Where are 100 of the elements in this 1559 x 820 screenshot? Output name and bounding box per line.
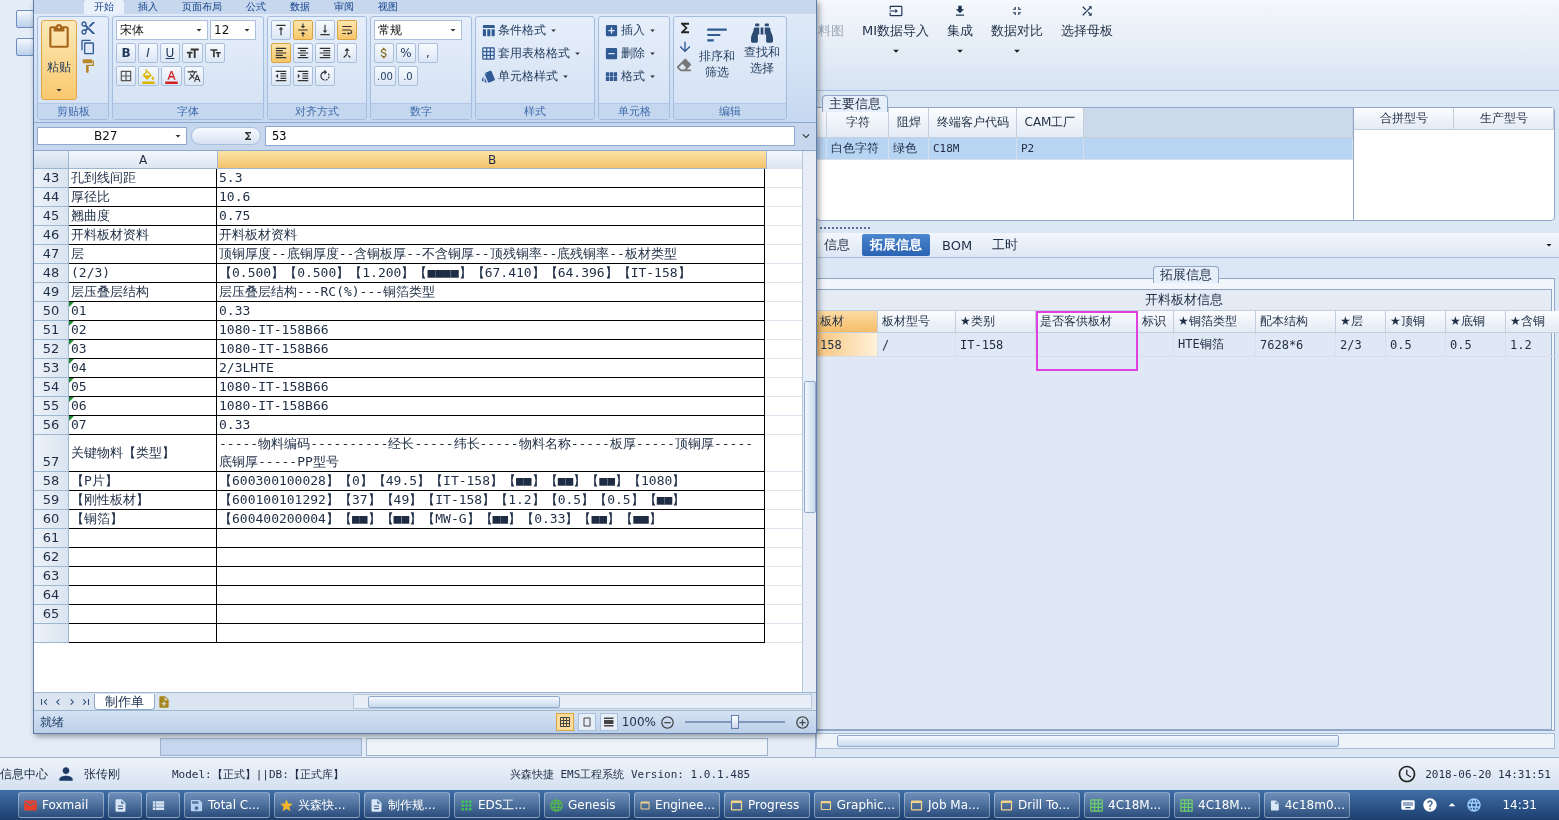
toolbar-button[interactable]: 选择母板 — [1059, 4, 1116, 90]
taskbar-button[interactable]: Drill To... — [994, 792, 1080, 818]
row-header[interactable]: 59 — [34, 491, 69, 510]
row-header[interactable]: 64 — [34, 586, 69, 605]
align-button[interactable] — [315, 66, 335, 86]
row-header[interactable]: 45 — [34, 207, 69, 226]
align-button[interactable] — [293, 66, 313, 86]
tab[interactable]: 工时 — [984, 234, 1027, 256]
toolbar-button[interactable]: MI数据导入 — [860, 4, 932, 90]
row-header[interactable]: 57 — [34, 435, 69, 472]
align-button[interactable] — [271, 43, 291, 63]
taskbar-button[interactable]: Progress — [724, 792, 810, 818]
phonetic-button[interactable] — [184, 66, 204, 86]
horizontal-scrollbar[interactable] — [353, 694, 812, 709]
shrink-font-button[interactable] — [205, 43, 225, 63]
taskbar-button[interactable]: Genesis — [544, 792, 630, 818]
app-icon[interactable] — [16, 10, 34, 28]
row-header[interactable]: 54 — [34, 378, 69, 397]
row-header[interactable]: 47 — [34, 245, 69, 264]
sheet-tab[interactable]: 制作单 — [94, 693, 155, 710]
tab[interactable]: 信息 — [816, 234, 858, 256]
function-icon[interactable] — [191, 127, 261, 145]
column-header[interactable]: 配本结构 — [1256, 311, 1336, 333]
currency-button[interactable] — [374, 43, 394, 63]
taskbar-button[interactable]: Foxmail — [18, 792, 104, 818]
font-color-button[interactable] — [161, 66, 182, 86]
align-button[interactable] — [315, 20, 335, 40]
vertical-scrollbar[interactable] — [802, 151, 816, 692]
formula-field[interactable]: 53 — [265, 126, 795, 146]
font-size-select[interactable]: 12 — [210, 20, 256, 40]
column-header[interactable]: CAM工厂 — [1017, 108, 1084, 138]
cells-menu-button[interactable]: 删除 — [602, 43, 660, 63]
number-format-select[interactable]: 常规 — [374, 20, 462, 40]
row-header[interactable]: 46 — [34, 226, 69, 245]
row-header[interactable]: 62 — [34, 548, 69, 567]
taskbar-button[interactable] — [146, 792, 180, 818]
horizontal-scrollbar[interactable] — [816, 733, 1555, 749]
ribbon-tab[interactable]: 公式 — [236, 0, 276, 14]
row-header[interactable]: 51 — [34, 321, 69, 340]
font-select[interactable]: 宋体 — [116, 20, 208, 40]
row-header[interactable]: 61 — [34, 529, 69, 548]
ribbon-tab[interactable]: 插入 — [128, 0, 168, 14]
column-header[interactable]: 生产型号 — [1454, 108, 1554, 130]
taskbar-button[interactable]: Enginee... — [634, 792, 720, 818]
row-header[interactable]: 49 — [34, 283, 69, 302]
ribbon-tab[interactable]: 视图 — [368, 0, 408, 14]
column-header[interactable]: ★铜箔类型 — [1174, 311, 1256, 333]
row-header[interactable]: 65 — [34, 605, 69, 624]
row-header[interactable]: 63 — [34, 567, 69, 586]
column-header[interactable]: ★底铜 — [1446, 311, 1506, 333]
row-header[interactable]: 58 — [34, 472, 69, 491]
toolbar-button[interactable]: 数据对比 — [989, 4, 1046, 90]
comma-button[interactable]: , — [418, 43, 438, 63]
tab[interactable]: BOM — [934, 234, 981, 256]
paste-button[interactable]: 粘贴 — [41, 20, 77, 100]
column-header[interactable]: ★层 — [1336, 311, 1386, 333]
decimal-button[interactable]: .00 — [374, 66, 396, 86]
taskbar-button[interactable]: 兴森快... — [274, 792, 360, 818]
column-header[interactable]: 合拼型号 — [1354, 108, 1454, 130]
row-header[interactable]: 48 — [34, 264, 69, 283]
grow-font-button[interactable] — [182, 43, 203, 63]
ribbon-tab[interactable]: 页面布局 — [172, 0, 232, 14]
column-header[interactable]: 标识 — [1138, 311, 1174, 333]
bold-button[interactable]: B — [116, 43, 136, 63]
fill-color-button[interactable] — [138, 66, 159, 86]
ribbon-tab[interactable]: 开始 — [84, 0, 124, 14]
row-header[interactable]: 52 — [34, 340, 69, 359]
page-break-button[interactable] — [599, 713, 618, 731]
cells-menu-button[interactable]: 插入 — [602, 20, 660, 40]
taskbar-button[interactable]: Total C... — [184, 792, 270, 818]
taskbar-button[interactable]: 4c18m0... — [1264, 792, 1350, 818]
scrollbar-thumb[interactable] — [837, 735, 1339, 747]
row-header[interactable]: 50 — [34, 302, 69, 321]
taskbar-button[interactable]: 4C18M... — [1174, 792, 1260, 818]
ribbon-tab[interactable]: 审阅 — [324, 0, 364, 14]
cells-menu-button[interactable]: 格式 — [602, 66, 660, 86]
style-menu-button[interactable]: 单元格样式 — [479, 66, 585, 86]
align-button[interactable] — [337, 20, 357, 40]
column-header[interactable]: 阻焊 — [889, 108, 929, 138]
underline-button[interactable]: U — [160, 43, 180, 63]
column-header[interactable]: 板材 — [816, 311, 878, 333]
column-header[interactable]: ★含铜 — [1506, 311, 1559, 333]
align-button[interactable] — [293, 43, 313, 63]
row-header[interactable]: 43 — [34, 169, 69, 188]
align-button[interactable] — [293, 20, 313, 40]
column-header[interactable]: ★顶铜 — [1386, 311, 1446, 333]
row-header[interactable]: 44 — [34, 188, 69, 207]
taskbar-button[interactable]: 制作规... — [364, 792, 450, 818]
find-select-button[interactable]: 查找和选择 — [741, 20, 783, 100]
row-header[interactable]: 55 — [34, 397, 69, 416]
taskbar-button[interactable]: Job Ma... — [904, 792, 990, 818]
ribbon-tab[interactable]: 数据 — [280, 0, 320, 14]
align-button[interactable] — [271, 66, 291, 86]
taskbar-button[interactable]: Graphic... — [814, 792, 900, 818]
sort-filter-button[interactable]: 排序和筛选 — [696, 20, 738, 100]
column-header[interactable]: 终端客户代码 — [929, 108, 1017, 138]
align-button[interactable] — [271, 20, 291, 40]
column-header[interactable]: ★类别 — [956, 311, 1036, 333]
italic-button[interactable]: I — [138, 43, 158, 63]
decimal-button[interactable]: .0 — [397, 66, 418, 86]
